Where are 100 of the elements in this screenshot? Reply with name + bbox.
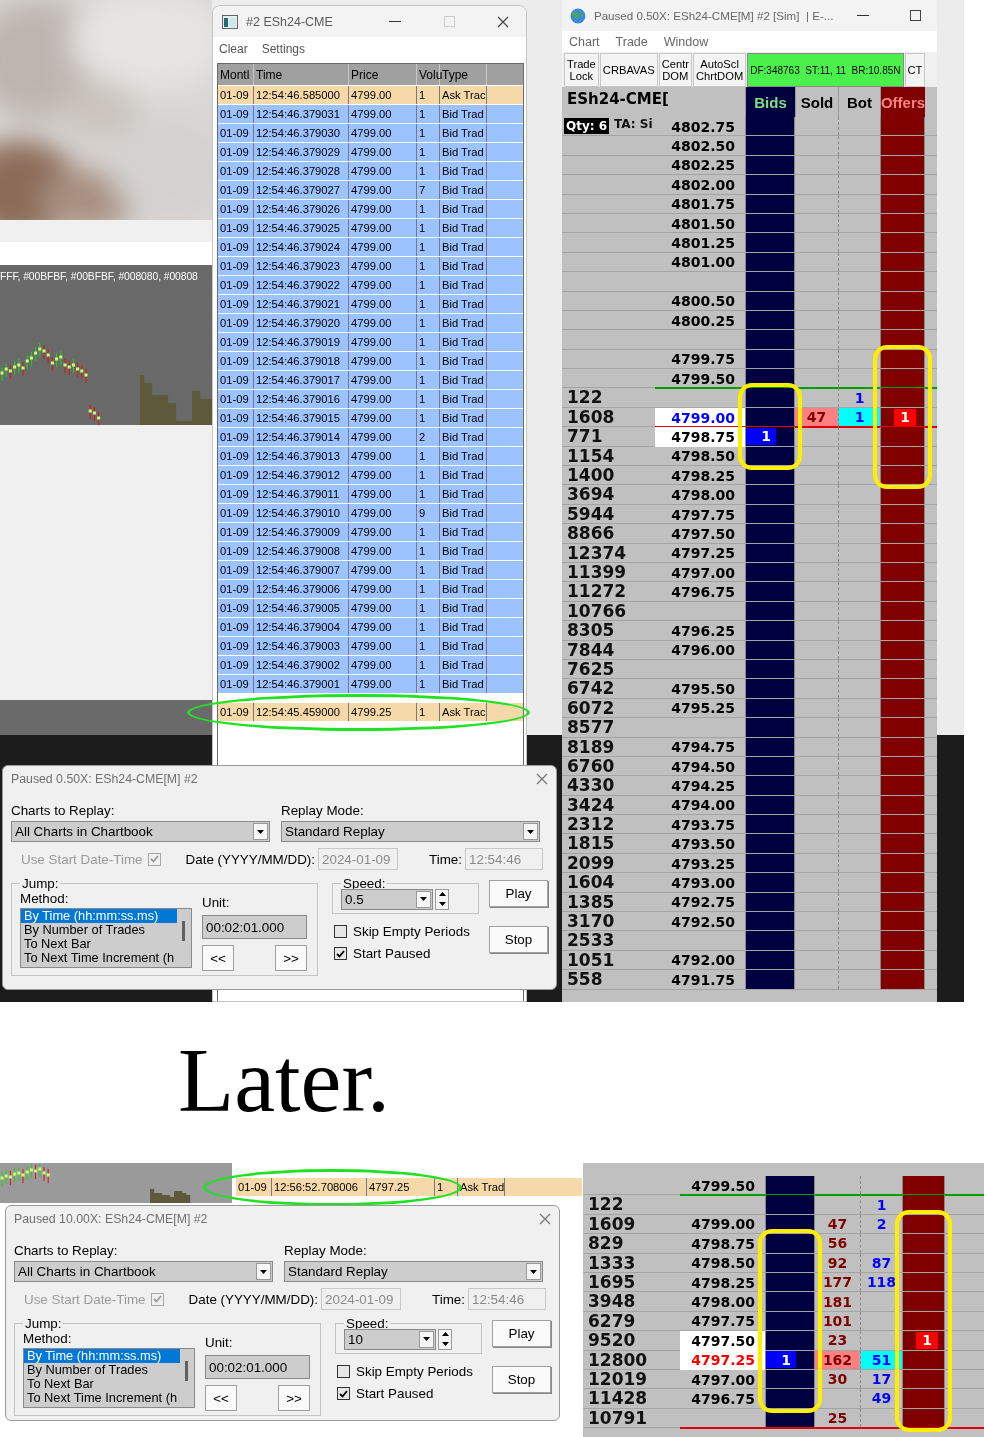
offer-cell[interactable]	[880, 582, 925, 601]
bid-cell[interactable]	[745, 388, 795, 407]
offer-cell[interactable]	[880, 427, 925, 446]
bid-cell[interactable]	[765, 1292, 815, 1311]
bid-cell[interactable]	[745, 931, 795, 950]
bid-cell[interactable]	[765, 1195, 815, 1214]
list-item[interactable]: To Next Time Increment (h	[24, 1391, 180, 1405]
scrollbar-thumb[interactable]	[185, 1361, 188, 1381]
charts-dropdown[interactable]: All Charts in Chartbook	[14, 1261, 273, 1282]
table-row[interactable]: 01-09 12:54:46.379001 4799.00 1 Bid Trad	[218, 675, 523, 694]
bid-cell[interactable]	[745, 233, 795, 252]
bid-cell[interactable]	[745, 117, 795, 136]
toolbar-button[interactable]: CT	[904, 53, 926, 87]
table-row[interactable]: 01-09 12:54:46.379013 4799.00 1 Bid Trad	[218, 447, 523, 466]
spin-button[interactable]	[435, 888, 449, 910]
list-item[interactable]: To Next Time Increment (h	[21, 951, 177, 965]
table-row[interactable]: 01-09 12:54:46.379031 4799.00 1 Bid Trad	[218, 105, 523, 124]
offer-cell[interactable]	[880, 834, 925, 853]
jump-back-button[interactable]: <<	[205, 1385, 237, 1411]
table-row[interactable]: 01-09 12:54:46.379005 4799.00 1 Bid Trad	[218, 599, 523, 618]
bid-cell[interactable]	[745, 272, 795, 291]
order-marker[interactable]: 1	[916, 1331, 938, 1349]
offer-cell[interactable]	[880, 272, 925, 291]
table-row[interactable]: 01-09 12:54:46.379015 4799.00 1 Bid Trad	[218, 409, 523, 428]
bid-cell[interactable]	[745, 873, 795, 892]
table-row[interactable]: 01-09 12:54:46.585000 4799.00 1 Ask Trac	[218, 86, 523, 105]
bid-cell[interactable]	[745, 582, 795, 601]
table-row[interactable]: 01-09 12:54:46.379020 4799.00 1 Bid Trad	[218, 314, 523, 333]
bid-cell[interactable]	[745, 330, 795, 349]
offer-cell[interactable]	[902, 1214, 945, 1234]
checkbox[interactable]	[334, 947, 347, 960]
bid-cell[interactable]	[765, 1176, 815, 1195]
checkbox[interactable]	[337, 1365, 350, 1378]
table-row[interactable]: 01-09 12:54:46.379003 4799.00 1 Bid Trad	[218, 637, 523, 656]
table-row[interactable]: 01-09 12:54:46.379021 4799.00 1 Bid Trad	[218, 295, 523, 314]
column-header[interactable]: Bids	[745, 87, 795, 117]
bid-cell[interactable]	[765, 1331, 815, 1350]
column-header[interactable]: Time	[254, 64, 349, 85]
offer-cell[interactable]	[902, 1389, 945, 1408]
table-row[interactable]: 01-09 12:54:46.379007 4799.00 1 Bid Trad	[218, 561, 523, 580]
table-row[interactable]: 01-09 12:54:46.379008 4799.00 1 Bid Trad	[218, 542, 523, 561]
column-header[interactable]: Type	[440, 64, 487, 85]
offer-cell[interactable]	[880, 815, 925, 834]
table-row[interactable]: 01-09 12:54:46.379025 4799.00 1 Bid Trad	[218, 219, 523, 238]
order-marker[interactable]: 1	[766, 1351, 796, 1369]
bid-cell[interactable]: 1	[745, 427, 795, 446]
table-row[interactable]: 01-09 12:54:46.379010 4799.00 9 Bid Trad	[218, 504, 523, 523]
offer-cell[interactable]: 1	[902, 1331, 945, 1350]
mode-dropdown[interactable]: Standard Replay	[281, 821, 540, 842]
column-header[interactable]: Offers	[880, 87, 925, 117]
table-row[interactable]: 01-09 12:54:46.379004 4799.00 1 Bid Trad	[218, 618, 523, 637]
order-marker[interactable]: 1	[894, 408, 916, 426]
menu-item[interactable]: Trade	[615, 34, 648, 49]
toolbar-button[interactable]: Centr DOM	[658, 53, 692, 87]
table-row[interactable]: 01-09 12:54:46.379024 4799.00 1 Bid Trad	[218, 238, 523, 257]
dialog-button[interactable]: Play	[489, 880, 548, 907]
list-item[interactable]: By Number of Trades	[24, 1363, 180, 1377]
table-row[interactable]: 01-09 12:54:46.379016 4799.00 1 Bid Trad	[218, 390, 523, 409]
bid-cell[interactable]	[765, 1234, 815, 1253]
offer-cell[interactable]	[880, 388, 925, 407]
offer-cell[interactable]	[880, 718, 925, 737]
toolbar-button[interactable]: CRBAVAS	[599, 53, 658, 87]
list-item[interactable]: By Time (hh:mm:ss.ms)	[21, 909, 177, 923]
offer-cell[interactable]	[880, 466, 925, 485]
offer-cell[interactable]	[880, 679, 925, 698]
offer-cell[interactable]	[880, 970, 925, 989]
table-row[interactable]: 01-09 12:54:46.379017 4799.00 1 Bid Trad	[218, 371, 523, 390]
offer-cell[interactable]	[880, 117, 925, 136]
toolbar-button[interactable]: AutoScl ChrtDOM	[693, 53, 747, 87]
bid-cell[interactable]	[745, 621, 795, 640]
column-header[interactable]: Montl	[218, 64, 254, 85]
bid-cell[interactable]	[745, 912, 795, 931]
scrollbar-thumb[interactable]	[182, 921, 185, 941]
offer-cell[interactable]	[880, 776, 925, 795]
bid-cell[interactable]	[745, 776, 795, 795]
menu-item[interactable]: Settings	[261, 42, 306, 56]
unit-field[interactable]: 00:02:01.000	[205, 1355, 310, 1379]
bid-cell[interactable]	[745, 679, 795, 698]
offer-cell[interactable]	[880, 233, 925, 252]
jump-forward-button[interactable]: >>	[275, 945, 307, 971]
offer-cell[interactable]	[880, 349, 925, 369]
table-row[interactable]: 01-09 12:54:46.379028 4799.00 1 Bid Trad	[218, 162, 523, 181]
dialog-button[interactable]: Stop	[492, 1366, 551, 1393]
bid-cell[interactable]	[765, 1389, 815, 1408]
table-row[interactable]: 01-09 12:54:46.379009 4799.00 1 Bid Trad	[218, 523, 523, 542]
offer-cell[interactable]	[880, 873, 925, 892]
list-item[interactable]: To Next Bar	[24, 1377, 180, 1391]
column-header[interactable]: Price	[349, 64, 417, 85]
unit-field[interactable]: 00:02:01.000	[202, 915, 307, 939]
mode-dropdown[interactable]: Standard Replay	[284, 1261, 543, 1282]
bid-cell[interactable]	[745, 815, 795, 834]
offer-cell[interactable]	[902, 1176, 945, 1195]
menu-item[interactable]: Window	[663, 34, 709, 49]
dialog-button[interactable]: Play	[492, 1320, 551, 1347]
offer-cell[interactable]	[880, 175, 925, 194]
checkbox[interactable]	[334, 925, 347, 938]
offer-cell[interactable]	[880, 330, 925, 349]
table-row[interactable]: 01-09 12:54:46.379019 4799.00 1 Bid Trad	[218, 333, 523, 352]
bid-cell[interactable]	[745, 524, 795, 543]
table-row[interactable]: 01-09 12:54:46.379026 4799.00 1 Bid Trad	[218, 200, 523, 219]
